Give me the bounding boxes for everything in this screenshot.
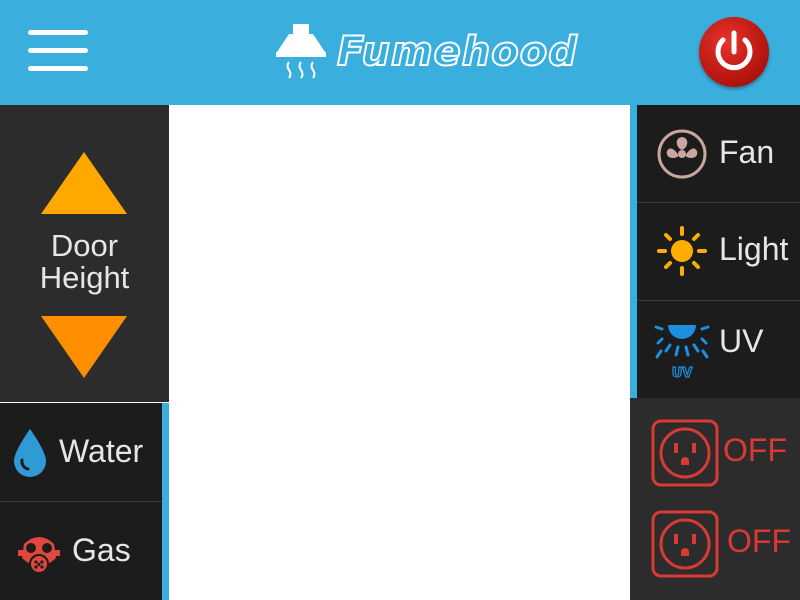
- door-label-line1: Door: [50, 228, 119, 263]
- water-label: Water: [59, 433, 144, 469]
- gas-mask-icon: [18, 537, 60, 574]
- menu-bar: [28, 66, 88, 71]
- uv-label: UV: [719, 323, 764, 359]
- fan-button[interactable]: Fan: [637, 105, 800, 202]
- power-icon: [715, 30, 753, 71]
- gas-button[interactable]: Gas: [0, 502, 162, 600]
- outlet-1-button[interactable]: OFF: [650, 418, 790, 488]
- right-accent-bar: [630, 105, 637, 398]
- fan-icon: [657, 129, 707, 179]
- outlet-2-button[interactable]: OFF: [650, 509, 791, 579]
- outlet-icon: [651, 510, 719, 578]
- outlet-icon: [651, 419, 719, 487]
- uv-icon-text: UV: [672, 366, 693, 381]
- water-drop-icon: [14, 429, 46, 477]
- fan-label: Fan: [719, 134, 775, 170]
- door-up-button[interactable]: [41, 152, 127, 214]
- brand-name: Fumehood: [336, 29, 578, 75]
- top-header: Fumehood: [0, 0, 800, 105]
- menu-bar: [28, 48, 88, 53]
- fumehood-logo-icon: [276, 24, 326, 79]
- uv-button[interactable]: UV UV: [637, 301, 800, 398]
- app-logo: Fumehood: [275, 24, 578, 84]
- outlet-2-state: OFF: [727, 523, 791, 559]
- water-button[interactable]: Water: [0, 403, 162, 501]
- light-button[interactable]: Light: [637, 203, 800, 300]
- door-height-label: Door Height: [0, 230, 169, 294]
- outlet-1-state: OFF: [723, 432, 787, 468]
- door-label-line2: Height: [39, 260, 130, 295]
- light-label: Light: [719, 231, 789, 267]
- left-accent-bar: [162, 403, 169, 600]
- menu-bar: [28, 30, 88, 35]
- uv-lamp-icon: UV: [654, 325, 710, 382]
- gas-label: Gas: [72, 532, 131, 568]
- menu-button[interactable]: [28, 30, 92, 74]
- sun-icon: [657, 226, 707, 276]
- power-button[interactable]: [699, 17, 769, 87]
- door-down-button[interactable]: [41, 316, 127, 378]
